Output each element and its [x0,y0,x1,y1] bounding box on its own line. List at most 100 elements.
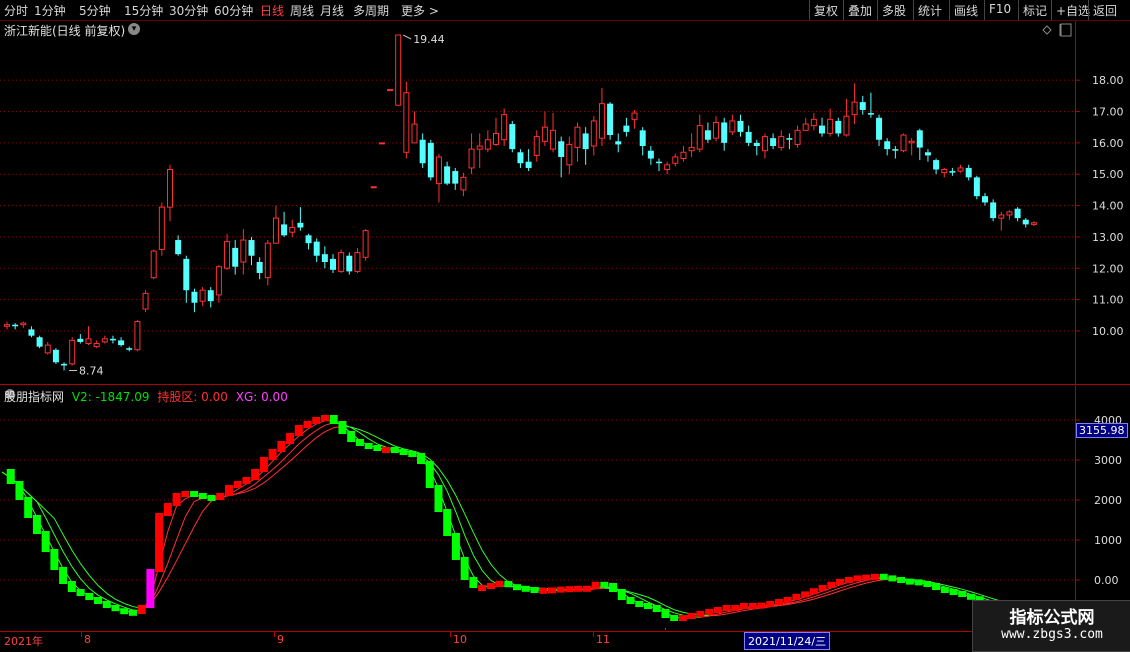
indicator-block [627,597,635,604]
candle-body [909,141,914,143]
candle-body [721,122,727,142]
indicator-block [801,591,809,597]
indicator-ma-line [954,587,963,589]
candle-body [738,121,744,132]
candle-body [183,259,189,290]
indicator-xg: XG: 0.00 [236,390,288,404]
date-tick [274,632,275,637]
candle-body [575,127,580,147]
indicator-block [784,597,792,603]
candle-body [273,218,278,243]
indicator-ma-line [308,430,317,436]
candle-body [990,202,996,218]
candle-body [811,119,816,125]
indicator-block [129,610,137,616]
indicator-ma-line [185,527,194,544]
indicator-ma-line [290,453,299,461]
candle-body [461,177,466,190]
indicator-block [548,587,556,593]
indicator-tick-label-1: 3000 [1094,454,1122,467]
candle-body [53,350,59,363]
candle-body [168,170,173,208]
candle-body [118,340,124,345]
candle-body [1015,209,1021,218]
indicator-ma-line [369,433,378,437]
indicator-ma-line [264,476,273,483]
candle-body [208,290,214,301]
candle-body [452,171,458,184]
candle-body [396,35,401,105]
watermark-url: www.zbgs3.com [973,627,1130,642]
candle-body [339,253,344,272]
indicator-ma-line [438,468,447,480]
price-tick-label-3: 15.00 [1092,168,1124,181]
indicator-ma-line [46,510,55,519]
indicator-ma-line [727,612,736,614]
candle-body [28,329,34,335]
indicator-block [321,415,329,421]
candle-body [290,228,295,233]
indicator-ma-line [831,588,840,591]
indicator-block [138,605,146,614]
diamond-icon [1043,26,1051,34]
indicator-ma-line [831,591,840,594]
candle-body [746,132,752,143]
indicator-block [565,586,573,592]
candle-body [379,143,384,144]
indicator-ma-line [718,614,727,615]
indicator-block [260,457,268,472]
indicator-block [906,579,914,585]
indicator-block [312,417,320,424]
candle-body [868,113,874,115]
indicator-block [330,415,338,424]
candle-body [925,152,931,155]
indicator-block [522,586,530,592]
indicator-block [618,589,626,600]
indicator-block [94,597,102,604]
indicator-block [295,425,303,436]
indicator-ma-line [81,564,90,576]
price-tick-label-8: 10.00 [1092,325,1124,338]
candle-body [835,121,841,134]
indicator-block [408,451,416,457]
indicator-block [932,583,940,590]
price-tick-label-6: 12.00 [1092,262,1124,275]
candle-body [135,322,140,350]
candle-body [216,267,221,295]
indicator-block [696,611,704,617]
candle-body [892,149,898,151]
candle-body [428,143,434,177]
indicator-block [208,495,216,501]
indicator-block [862,575,870,581]
indicator-ma-line [168,540,177,564]
indicator-block [190,491,198,497]
candle-body [502,115,507,140]
candle-body [942,170,947,173]
indicator-ma-line [203,501,212,511]
price-tick-label-2: 16.00 [1092,137,1124,150]
candle-body [705,130,711,139]
indicator-block [888,575,896,581]
indicator-ma-line [255,483,264,488]
price-tick-label-0: 18.00 [1092,74,1124,87]
indicator-block [164,503,172,516]
candle-body [665,165,670,170]
indicator-ma-line [273,462,282,470]
indicator-block [775,599,783,605]
indicator-block [845,577,853,583]
indicator-block [15,481,23,500]
candle-body [640,130,646,146]
candle-body [982,196,988,202]
indicator-block [242,477,250,484]
candle-body [436,157,441,184]
indicator-block [723,605,731,611]
indicator-block [679,615,687,621]
date-tick [593,632,594,637]
indicator-block [600,582,608,588]
candle-body [1031,223,1036,225]
indicator-ma-line [465,514,474,533]
indicator-block [740,603,748,609]
candle-body [860,102,866,110]
candle-body [966,168,972,177]
indicator-ma-line [98,585,107,593]
